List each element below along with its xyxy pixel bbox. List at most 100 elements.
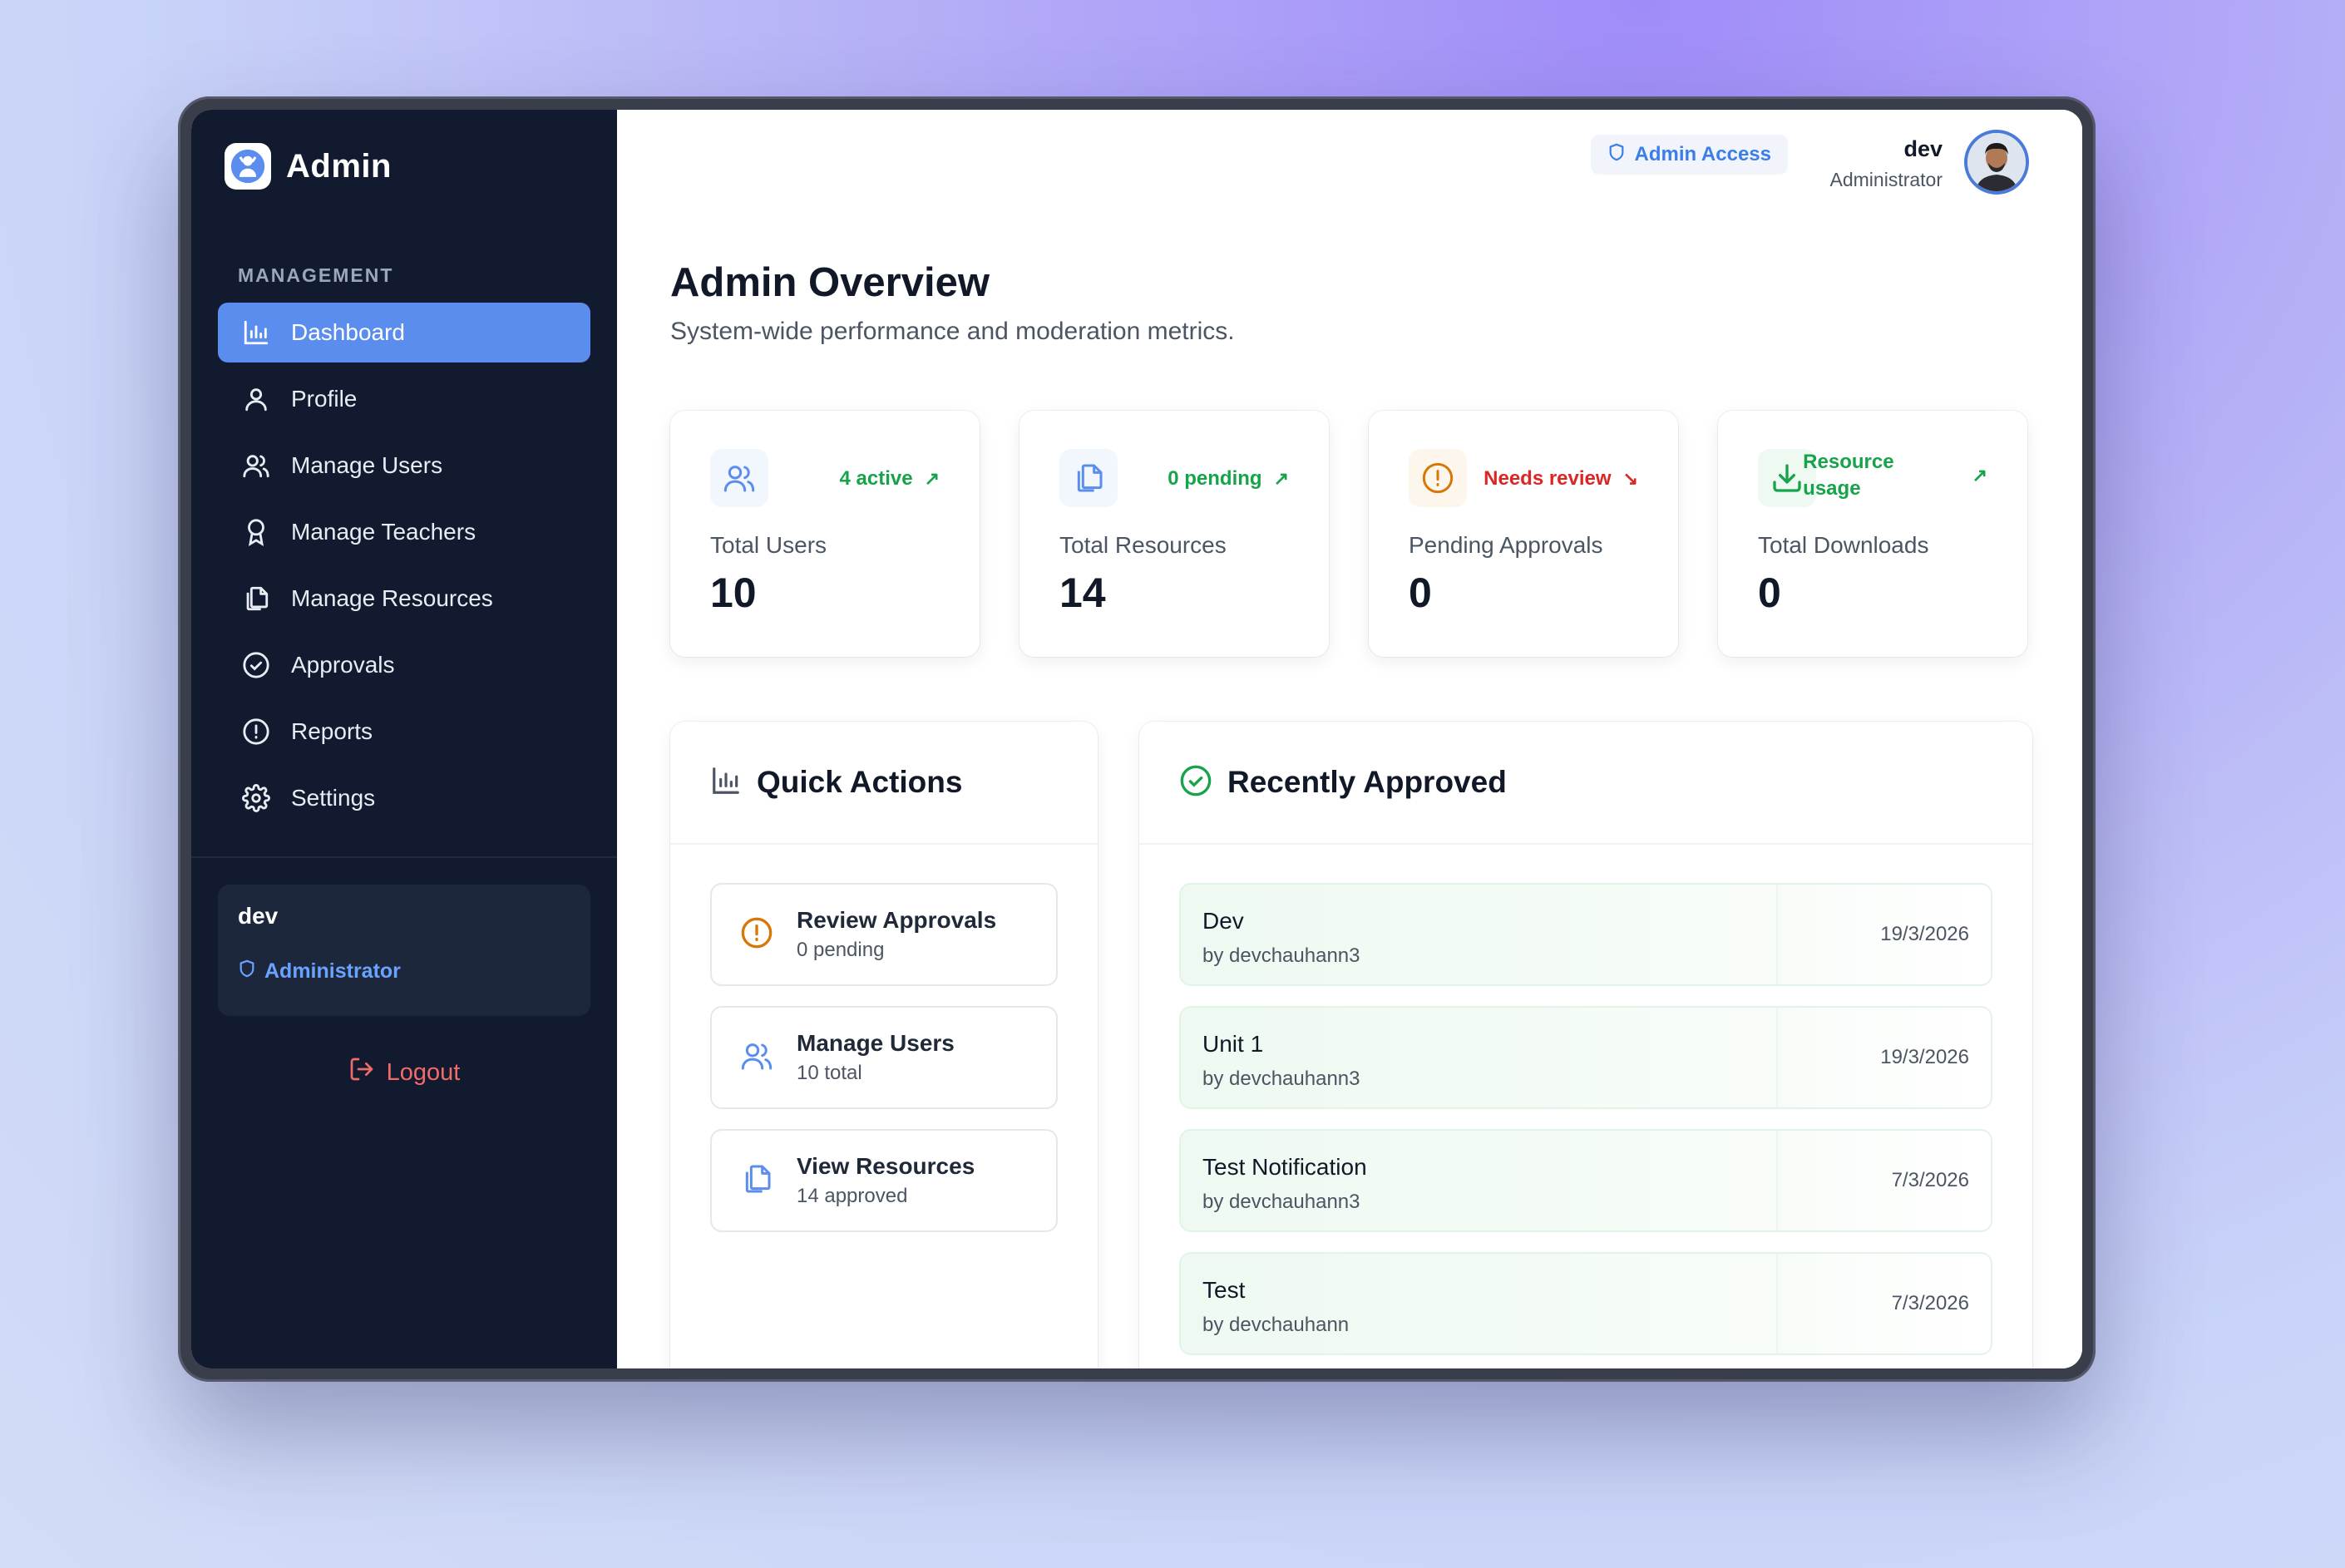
header-user-name: dev bbox=[1903, 136, 1943, 161]
sidebar-item-label: Reports bbox=[291, 718, 373, 744]
approved-item-date: 19/3/2026 bbox=[1880, 923, 1969, 945]
item-divider bbox=[1776, 885, 1778, 984]
list-item[interactable]: Dev by devchauhann3 19/3/2026 bbox=[1179, 883, 1992, 986]
quick-action-sub: 10 total bbox=[797, 1062, 862, 1084]
sidebar-item-approvals[interactable]: Approvals bbox=[218, 635, 590, 695]
approved-item-author: by devchauhann3 bbox=[1202, 944, 1360, 967]
stat-card-pending-approvals[interactable]: Needs review ↘ Pending Approvals 0 bbox=[1369, 411, 1678, 657]
sidebar-item-reports[interactable]: Reports bbox=[218, 702, 590, 762]
check-circle-icon bbox=[1179, 764, 1212, 801]
sidebar-item-label: Manage Users bbox=[291, 452, 443, 478]
sidebar-user-name: dev bbox=[238, 903, 279, 929]
bar-chart-icon bbox=[239, 316, 273, 349]
avatar[interactable] bbox=[1964, 130, 2029, 195]
arrow-down-right-icon: ↘ bbox=[1622, 468, 1638, 489]
quick-action-sub: 14 approved bbox=[797, 1185, 908, 1207]
item-divider bbox=[1776, 1008, 1778, 1107]
header-user-role: Administrator bbox=[1829, 169, 1943, 190]
approved-item-date: 19/3/2026 bbox=[1880, 1046, 1969, 1068]
sidebar-item-dashboard[interactable]: Dashboard bbox=[218, 303, 590, 362]
quick-action-sub: 0 pending bbox=[797, 939, 885, 961]
main-content: Admin Access dev Administrator Admin Ove… bbox=[617, 110, 2082, 1368]
stat-badge: 0 pending ↗ bbox=[1168, 467, 1289, 490]
recently-approved-panel: Recently Approved Dev by devchauhann3 19… bbox=[1139, 722, 2032, 1368]
quick-action-title: Review Approvals bbox=[797, 907, 997, 933]
stat-card-total-downloads[interactable]: Resource usage ↗ Total Downloads 0 bbox=[1718, 411, 2027, 657]
admin-access-badge[interactable]: Admin Access bbox=[1591, 135, 1788, 175]
item-divider bbox=[1776, 1131, 1778, 1230]
quick-action-view-resources[interactable]: View Resources 14 approved bbox=[710, 1129, 1058, 1232]
list-item[interactable]: Unit 1 by devchauhann3 19/3/2026 bbox=[1179, 1006, 1992, 1109]
sidebar-divider bbox=[191, 856, 617, 858]
approved-item-title: Dev bbox=[1202, 908, 1244, 934]
quick-actions-panel: Quick Actions Review Approvals 0 pending bbox=[670, 722, 1098, 1368]
list-item[interactable]: Test by devchauhann 7/3/2026 bbox=[1179, 1252, 1992, 1355]
recently-approved-title: Recently Approved bbox=[1227, 765, 1507, 799]
files-icon bbox=[239, 582, 273, 615]
gear-icon bbox=[239, 782, 273, 815]
logout-label: Logout bbox=[386, 1058, 461, 1086]
device-frame: Admin MANAGEMENT Dashboard Profile Manag… bbox=[178, 96, 2096, 1382]
stat-card-total-users[interactable]: 4 active ↗ Total Users 10 bbox=[670, 411, 980, 657]
shield-icon bbox=[238, 959, 256, 984]
sidebar-item-manage-resources[interactable]: Manage Resources bbox=[218, 569, 590, 629]
quick-action-manage-users[interactable]: Manage Users 10 total bbox=[710, 1006, 1058, 1109]
approved-item-date: 7/3/2026 bbox=[1891, 1169, 1969, 1191]
files-icon bbox=[740, 1162, 773, 1200]
sidebar-item-manage-teachers[interactable]: Manage Teachers bbox=[218, 502, 590, 562]
users-icon bbox=[740, 1039, 773, 1077]
sidebar-item-profile[interactable]: Profile bbox=[218, 369, 590, 429]
sidebar-item-label: Dashboard bbox=[291, 319, 405, 345]
sidebar-item-manage-users[interactable]: Manage Users bbox=[218, 436, 590, 496]
approved-item-author: by devchauhann bbox=[1202, 1314, 1350, 1336]
approved-item-title: Unit 1 bbox=[1202, 1031, 1264, 1057]
quick-actions-title: Quick Actions bbox=[757, 765, 963, 799]
stat-label: Total Users bbox=[710, 532, 827, 558]
alert-circle-icon bbox=[239, 715, 273, 748]
sidebar-item-label: Manage Teachers bbox=[291, 519, 476, 545]
approved-item-title: Test Notification bbox=[1202, 1154, 1367, 1180]
page-subtitle: System-wide performance and moderation m… bbox=[670, 318, 1235, 345]
stat-value: 0 bbox=[1758, 570, 1781, 616]
approved-item-author: by devchauhann3 bbox=[1202, 1191, 1360, 1213]
sidebar: Admin MANAGEMENT Dashboard Profile Manag… bbox=[191, 110, 617, 1368]
arrow-up-right-icon: ↗ bbox=[1273, 468, 1289, 489]
bar-chart-icon bbox=[710, 765, 742, 801]
stat-value: 14 bbox=[1059, 570, 1106, 616]
stat-value: 10 bbox=[710, 570, 757, 616]
check-circle-icon bbox=[239, 648, 273, 682]
approved-item-title: Test bbox=[1202, 1277, 1246, 1303]
sidebar-item-label: Profile bbox=[291, 386, 358, 412]
logout-button[interactable]: Logout bbox=[191, 1056, 617, 1089]
sidebar-user-card: dev Administrator bbox=[218, 885, 590, 1016]
stat-badge: 4 active ↗ bbox=[839, 467, 940, 490]
stat-label: Total Downloads bbox=[1758, 532, 1929, 558]
quick-action-title: View Resources bbox=[797, 1153, 975, 1179]
users-icon bbox=[239, 449, 273, 482]
brand[interactable]: Admin bbox=[225, 143, 392, 190]
brand-logo-icon bbox=[225, 143, 271, 190]
users-icon bbox=[710, 449, 768, 507]
quick-actions-header: Quick Actions bbox=[670, 722, 1098, 845]
list-item[interactable]: Test Notification by devchauhann3 7/3/20… bbox=[1179, 1129, 1992, 1232]
shield-icon bbox=[1607, 143, 1626, 167]
sidebar-section-label: MANAGEMENT bbox=[238, 264, 394, 286]
arrow-up-right-icon: ↗ bbox=[924, 468, 940, 489]
item-divider bbox=[1776, 1254, 1778, 1354]
quick-action-review-approvals[interactable]: Review Approvals 0 pending bbox=[710, 883, 1058, 986]
user-icon bbox=[239, 382, 273, 416]
stat-label: Pending Approvals bbox=[1409, 532, 1603, 558]
arrow-up-right-icon: ↗ bbox=[1972, 465, 1987, 486]
sidebar-item-label: Settings bbox=[291, 785, 376, 811]
stat-value: 0 bbox=[1409, 570, 1432, 616]
admin-access-label: Admin Access bbox=[1634, 143, 1771, 165]
stat-card-total-resources[interactable]: 0 pending ↗ Total Resources 14 bbox=[1019, 411, 1329, 657]
files-icon bbox=[1059, 449, 1118, 507]
header-user-info: dev Administrator bbox=[1830, 136, 1943, 191]
app-screen: Admin MANAGEMENT Dashboard Profile Manag… bbox=[191, 110, 2082, 1368]
sidebar-item-settings[interactable]: Settings bbox=[218, 768, 590, 828]
approved-item-author: by devchauhann3 bbox=[1202, 1068, 1360, 1090]
sidebar-user-role: Administrator bbox=[238, 959, 570, 984]
award-icon bbox=[239, 515, 273, 549]
recently-approved-header: Recently Approved bbox=[1139, 722, 2032, 845]
